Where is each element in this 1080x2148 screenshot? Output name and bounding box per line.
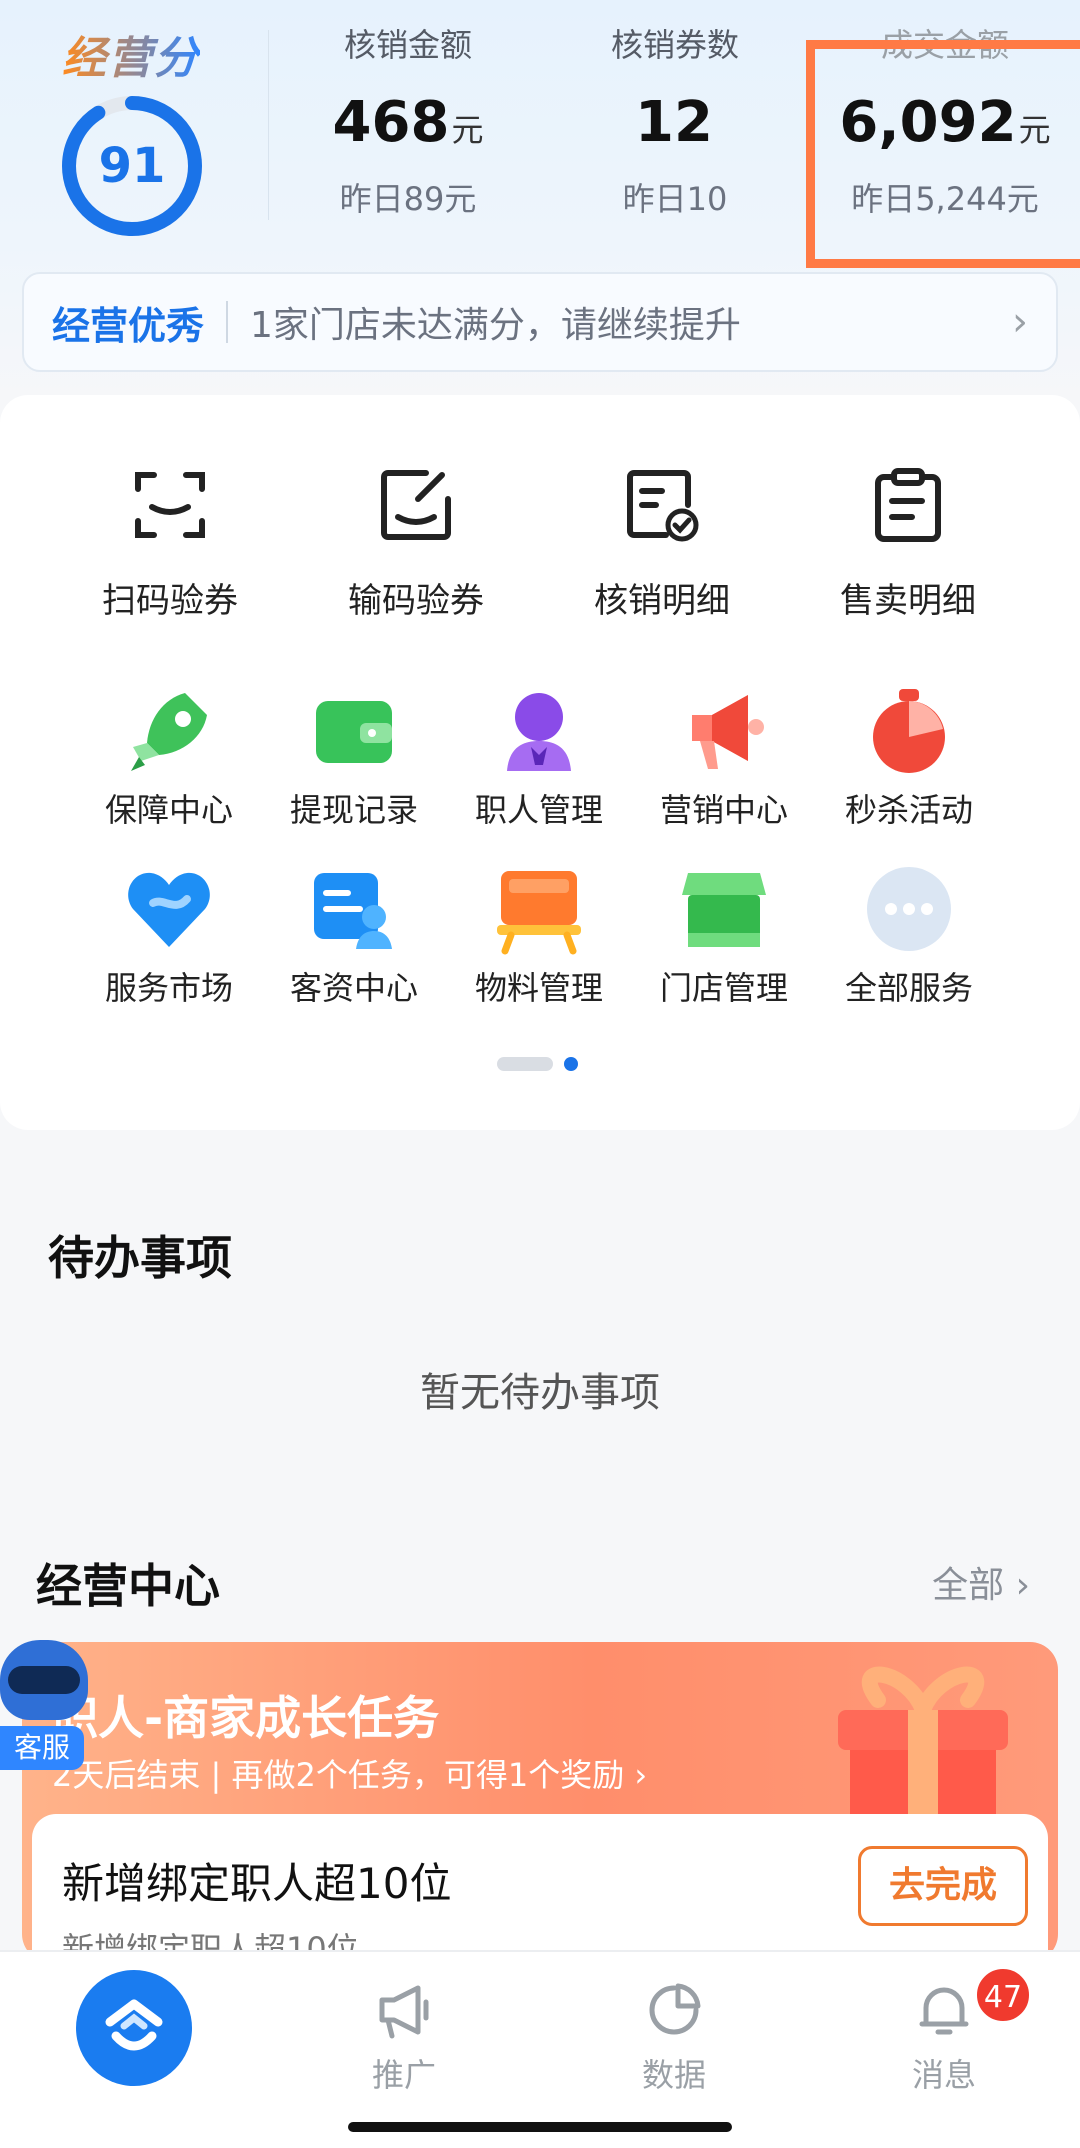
divider	[268, 30, 269, 220]
tool-label: 物料管理	[474, 969, 603, 1007]
status-title: 经营优秀	[52, 303, 205, 348]
pie-chart-icon	[649, 1983, 701, 2035]
page-indicator-inactive	[497, 1057, 553, 1071]
tool-label: 门店管理	[659, 969, 788, 1007]
tool-staff-management[interactable]: 职人管理	[446, 685, 632, 831]
tool-verify-details[interactable]: 核销明细	[542, 465, 782, 622]
tool-material-management[interactable]: 物料管理	[446, 863, 632, 1009]
todo-empty-text: 暂无待办事项	[420, 1370, 660, 1416]
scan-icon	[135, 472, 205, 538]
stat-value: 468元	[332, 90, 484, 155]
task-card-subtitle: 2天后结束 | 再做2个任务，可得1个奖励 ›	[52, 1756, 648, 1794]
page-indicator-active	[564, 1057, 578, 1071]
tool-label: 扫码验券	[102, 581, 238, 621]
chevron-right-icon: ›	[1012, 299, 1028, 345]
task-complete-button[interactable]: 去完成	[858, 1846, 1028, 1926]
chevron-right-icon: ›	[1015, 1565, 1030, 1606]
more-icon	[863, 863, 955, 955]
tool-marketing-center[interactable]: 营销中心	[631, 685, 817, 831]
tool-service-market[interactable]: 服务市场	[76, 863, 262, 1009]
customer-service-label: 客服	[0, 1726, 84, 1770]
tool-label: 全部服务	[844, 969, 973, 1007]
stat-label: 核销券数	[610, 26, 739, 64]
home-tab[interactable]	[76, 1970, 192, 2086]
task-item: 新增绑定职人超10位 新增绑定职人超10位 去完成	[32, 1814, 1048, 1962]
stat-verified-amount[interactable]: 核销金额 468元 昨日89元	[278, 22, 538, 222]
stat-verified-count[interactable]: 核销券数 12 昨日10	[545, 22, 805, 222]
tool-label: 服务市场	[104, 969, 233, 1007]
tool-label: 职人管理	[474, 791, 603, 829]
business-center-view-all[interactable]: 全部 ›	[932, 1556, 1030, 1608]
score-value: 91	[98, 138, 166, 194]
tool-label: 客资中心	[289, 969, 418, 1007]
wallet-icon	[308, 685, 400, 777]
tab-label: 消息	[911, 2056, 976, 2094]
tools-card: 扫码验券 输码验券 核销明细 售卖明细 保障中心 提现记录 职人管理 营销中心 …	[0, 395, 1080, 1130]
edit-code-icon	[381, 470, 451, 540]
bell-icon	[919, 1987, 969, 2035]
tool-store-management[interactable]: 门店管理	[631, 863, 817, 1009]
tab-promotion[interactable]: 推广	[304, 1980, 504, 2096]
tool-customer-center[interactable]: 客资中心	[261, 863, 447, 1009]
growth-task-card[interactable]: 职人-商家成长任务 2天后结束 | 再做2个任务，可得1个奖励 › 新增绑定职人…	[22, 1642, 1058, 1962]
clipboard-icon	[875, 468, 941, 542]
tool-scan-verify[interactable]: 扫码验券	[50, 465, 290, 622]
business-status-bar[interactable]: 经营优秀 1家门店未达满分，请继续提升 ›	[22, 272, 1058, 372]
megaphone-icon	[379, 1985, 429, 2039]
tool-all-services[interactable]: 全部服务	[816, 863, 1002, 1009]
tool-label: 营销中心	[659, 791, 788, 829]
tool-guarantee-center[interactable]: 保障中心	[76, 685, 262, 831]
task-card-title: 职人-商家成长任务	[52, 1691, 440, 1745]
tool-label: 输码验券	[348, 581, 484, 621]
customer-service-float[interactable]: 客服	[0, 1640, 92, 1770]
bottom-nav: 推广 数据 消息 47	[0, 1950, 1080, 2148]
tool-label: 提现记录	[289, 791, 418, 829]
tool-code-verify[interactable]: 输码验券	[296, 465, 536, 622]
tool-sales-details[interactable]: 售卖明细	[788, 465, 1028, 622]
stat-value: 12	[635, 90, 713, 155]
business-center-title: 经营中心	[36, 1559, 220, 1613]
easel-icon	[493, 863, 585, 955]
robot-avatar-icon	[0, 1640, 88, 1720]
tab-label: 数据	[641, 2056, 706, 2094]
tool-flash-sale[interactable]: 秒杀活动	[816, 685, 1002, 831]
tab-data[interactable]: 数据	[574, 1980, 774, 2096]
tool-label: 秒杀活动	[844, 791, 973, 829]
tool-label: 保障中心	[104, 791, 233, 829]
stat-label: 核销金额	[343, 26, 472, 64]
stat-yesterday: 昨日89元	[339, 180, 477, 218]
tool-withdraw-record[interactable]: 提现记录	[261, 685, 447, 831]
person-icon	[493, 685, 585, 777]
business-score-logo: 经营分	[62, 22, 200, 86]
home-logo-icon	[105, 1999, 163, 2051]
status-text: 1家门店未达满分，请继续提升	[250, 305, 741, 346]
message-count-badge: 47	[974, 1966, 1032, 2024]
business-score[interactable]: 经营分 91	[40, 22, 240, 252]
divider	[226, 301, 229, 343]
highlight-annotation-box	[806, 40, 1080, 268]
heart-icon	[123, 863, 215, 955]
view-all-label: 全部	[932, 1565, 1005, 1606]
rocket-icon	[123, 685, 215, 777]
task-name: 新增绑定职人超10位	[62, 1859, 452, 1908]
verified-list-icon	[627, 470, 699, 542]
todo-section-title: 待办事项	[48, 1231, 232, 1285]
megaphone-icon	[678, 685, 770, 777]
tab-label: 推广	[371, 2056, 436, 2094]
store-icon	[678, 863, 770, 955]
home-indicator[interactable]	[348, 2122, 732, 2132]
tool-label: 售卖明细	[840, 581, 976, 621]
customer-card-icon	[308, 863, 400, 955]
timer-icon	[863, 685, 955, 777]
tool-label: 核销明细	[594, 581, 730, 621]
stat-yesterday: 昨日10	[622, 180, 728, 218]
